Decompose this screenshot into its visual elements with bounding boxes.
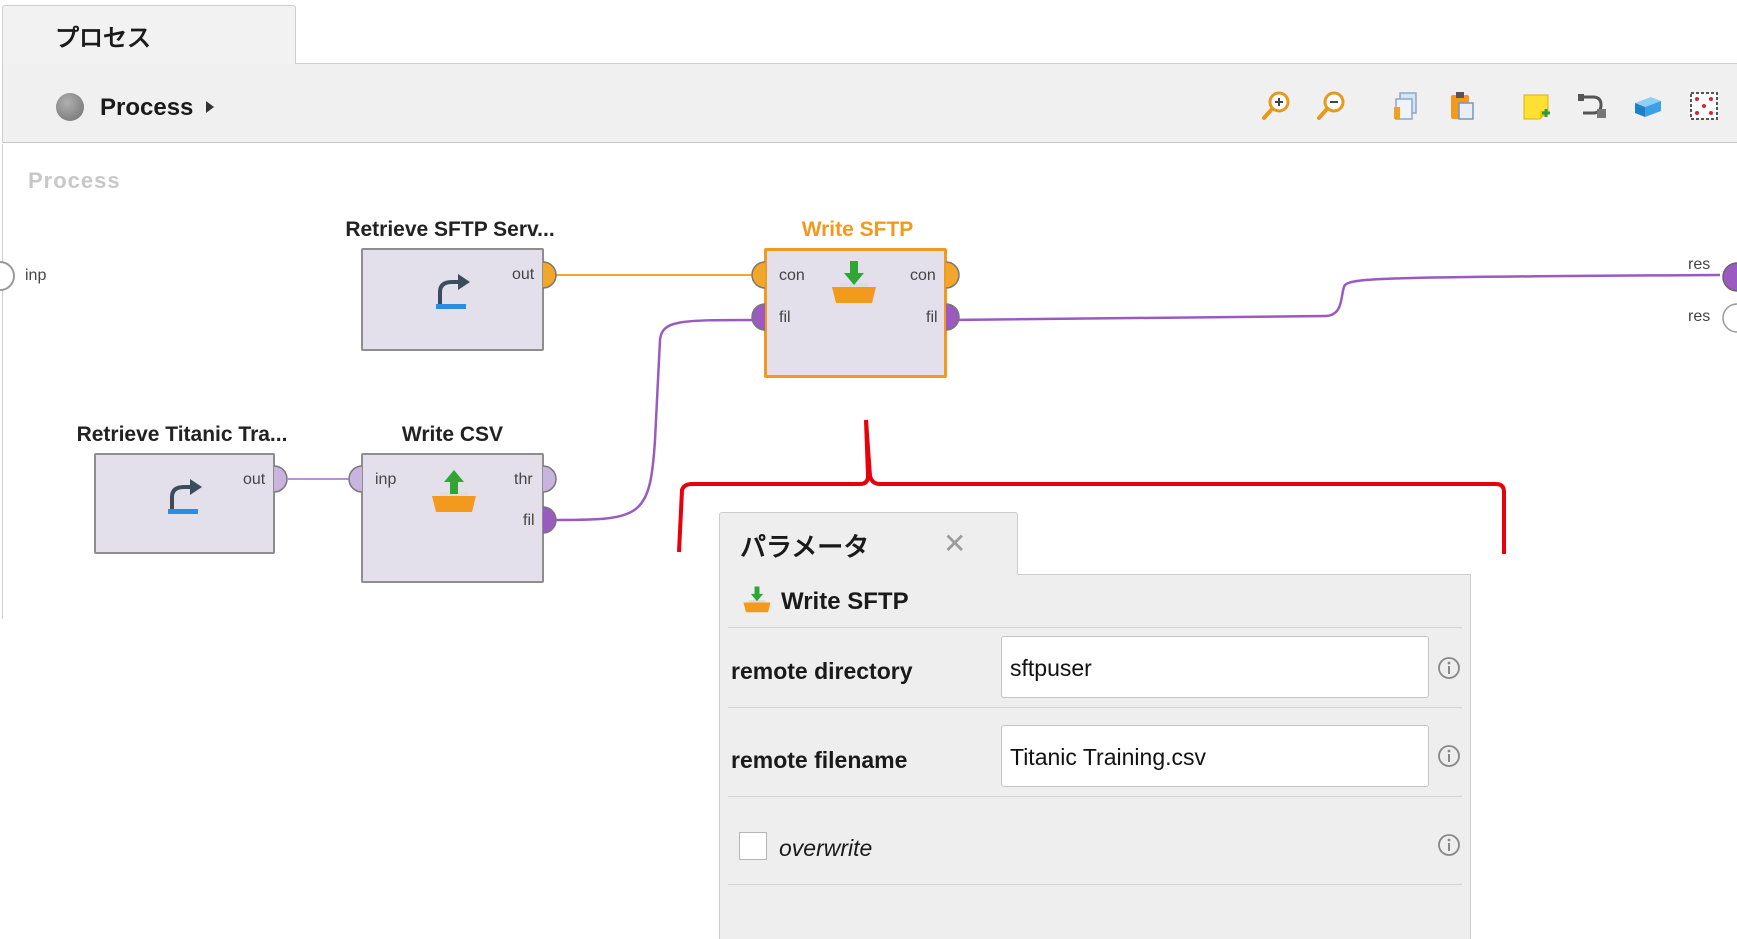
write-sftp-con-in-label: con [779, 267, 805, 284]
retrieve-sftp-out-label: out [512, 266, 535, 283]
canvas-output-port-1-label: res [1688, 256, 1711, 273]
canvas-input-port-label: inp [25, 267, 47, 284]
divider [728, 796, 1462, 797]
remote-filename-label: remote filename [731, 747, 908, 773]
write-upload-icon [428, 466, 480, 518]
write-download-icon [828, 257, 880, 309]
operator-retrieve-titanic-title: Retrieve Titanic Tra... [76, 423, 288, 446]
operator-write-sftp-title: Write SFTP [801, 218, 914, 241]
parameters-operator-name: Write SFTP [781, 588, 909, 615]
write-csv-thr-label: thr [514, 471, 533, 488]
write-csv-thr-port[interactable] [542, 465, 558, 493]
canvas-input-port[interactable] [0, 260, 20, 292]
divider [728, 707, 1462, 708]
write-sftp-con-out-label: con [910, 267, 936, 284]
write-csv-fil-label: fil [523, 512, 535, 529]
overwrite-checkbox[interactable] [739, 832, 767, 860]
overwrite-label: overwrite [779, 835, 873, 861]
canvas-output-port-2[interactable] [1718, 303, 1737, 333]
canvas-output-port-2-label: res [1688, 308, 1711, 325]
info-icon[interactable] [1436, 655, 1462, 681]
write-sftp-fil-in-port[interactable] [750, 303, 766, 331]
remote-directory-label: remote directory [731, 658, 913, 684]
remote-filename-input[interactable]: Titanic Training.csv [1001, 725, 1429, 787]
write-sftp-fil-out-label: fil [926, 309, 938, 326]
retrieve-titanic-out-label: out [243, 471, 266, 488]
parameters-tab-label: パラメータ [740, 533, 870, 563]
divider [728, 884, 1462, 885]
write-sftp-fil-out-port[interactable] [945, 303, 961, 331]
write-csv-inp-port[interactable] [347, 465, 363, 493]
write-sftp-con-in-port[interactable] [750, 261, 766, 289]
operator-retrieve-sftp-title: Retrieve SFTP Serv... [345, 218, 555, 241]
close-icon[interactable]: ✕ [943, 527, 966, 560]
info-icon[interactable] [1436, 832, 1462, 858]
retrieve-sftp-out-port[interactable] [542, 261, 558, 289]
retrieve-icon [430, 268, 476, 314]
wire-fil-csv-to-sftp [549, 318, 757, 522]
canvas-output-port-1[interactable] [1718, 262, 1737, 292]
write-sftp-fil-in-label: fil [779, 309, 791, 326]
write-csv-inp-label: inp [375, 471, 397, 488]
write-sftp-con-out-port[interactable] [945, 261, 961, 289]
operator-write-csv-title: Write CSV [401, 423, 504, 446]
remote-directory-input[interactable]: sftpuser [1001, 636, 1429, 698]
write-csv-fil-port[interactable] [542, 506, 558, 534]
info-icon[interactable] [1436, 743, 1462, 769]
retrieve-titanic-out-port[interactable] [273, 465, 289, 493]
retrieve-icon [162, 473, 208, 519]
wire-fil-to-res [949, 273, 1721, 322]
write-download-icon [741, 584, 773, 616]
divider [728, 627, 1462, 628]
